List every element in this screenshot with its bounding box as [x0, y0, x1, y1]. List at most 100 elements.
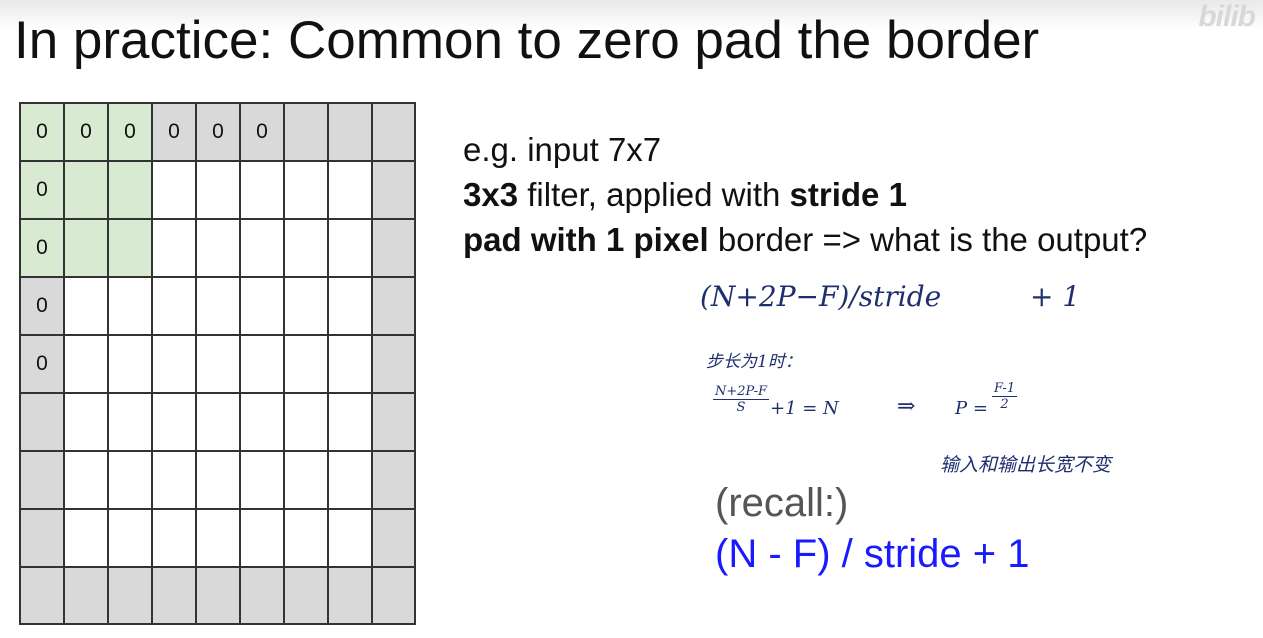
input-cell [241, 394, 285, 452]
input-cell [153, 394, 197, 452]
input-cell [109, 452, 153, 510]
handwritten-p-label: P = [955, 398, 988, 419]
input-cell [197, 220, 241, 278]
stride-text: stride 1 [789, 176, 907, 213]
input-cell [153, 278, 197, 336]
input-cell [109, 220, 153, 278]
input-cell [65, 336, 109, 394]
input-cell [241, 336, 285, 394]
pad-cell: 0 [21, 104, 65, 162]
input-cell [329, 452, 373, 510]
pad-cell [285, 568, 329, 625]
pad-cell [285, 104, 329, 162]
zero-value: 0 [168, 120, 180, 143]
fraction-denominator: S [736, 400, 746, 415]
input-cell [241, 162, 285, 220]
input-cell [65, 394, 109, 452]
pad-cell [373, 394, 416, 452]
input-cell [197, 336, 241, 394]
pad-cell [373, 452, 416, 510]
filter-mid-text: filter, applied with [518, 176, 790, 213]
input-cell [241, 278, 285, 336]
input-cell [329, 278, 373, 336]
pad-cell [329, 568, 373, 625]
input-cell [153, 452, 197, 510]
input-cell [65, 278, 109, 336]
zero-value: 0 [36, 294, 48, 317]
input-cell [197, 278, 241, 336]
handwritten-plus-one: + 1 [1030, 280, 1081, 313]
pad-text: pad with 1 pixel [463, 221, 709, 258]
handwritten-formula: (N+2P−F)/stride [700, 280, 942, 313]
pad-cell: 0 [197, 104, 241, 162]
zero-value: 0 [256, 120, 268, 143]
input-cell [65, 220, 109, 278]
pad-cell [373, 336, 416, 394]
handwritten-fraction: N+2P-F S [713, 384, 769, 415]
input-cell [197, 452, 241, 510]
filter-size-text: 3x3 [463, 176, 519, 213]
input-cell [109, 394, 153, 452]
zero-value: 0 [124, 120, 136, 143]
input-cell [329, 336, 373, 394]
input-cell [241, 510, 285, 568]
zero-value: 0 [80, 120, 92, 143]
pad-cell: 0 [241, 104, 285, 162]
input-cell [65, 162, 109, 220]
input-cell [153, 336, 197, 394]
zero-value: 0 [36, 352, 48, 375]
pad-cell [21, 452, 65, 510]
zero-value: 0 [36, 236, 48, 259]
zero-value: 0 [36, 120, 48, 143]
pad-cell [153, 568, 197, 625]
handwritten-p-fraction: F-1 2 [992, 381, 1018, 412]
input-cell [285, 162, 329, 220]
recall-formula: (N - F) / stride + 1 [715, 532, 1030, 576]
pad-cell [373, 278, 416, 336]
input-cell [109, 336, 153, 394]
input-cell [197, 510, 241, 568]
slide-title: In practice: Common to zero pad the bord… [14, 11, 1040, 70]
pad-cell [373, 220, 416, 278]
input-cell [197, 162, 241, 220]
input-cell [285, 452, 329, 510]
input-cell [285, 336, 329, 394]
input-cell [329, 162, 373, 220]
input-cell [241, 220, 285, 278]
example-line-input: e.g. input 7x7 [463, 131, 661, 169]
zero-value: 0 [36, 178, 48, 201]
pad-cell [373, 568, 416, 625]
pad-cell [65, 568, 109, 625]
pad-cell [373, 510, 416, 568]
input-cell [109, 162, 153, 220]
pad-cell: 0 [21, 162, 65, 220]
input-cell [329, 510, 373, 568]
handwritten-stride-note: 步长为1时： [706, 352, 802, 372]
input-cell [153, 162, 197, 220]
input-cell [65, 510, 109, 568]
pad-cell: 0 [21, 220, 65, 278]
handwritten-note: 输入和输出长宽不变 [940, 454, 1112, 476]
pad-cell [21, 568, 65, 625]
pad-cell: 0 [153, 104, 197, 162]
pad-cell: 0 [109, 104, 153, 162]
recall-label: (recall:) [715, 481, 849, 525]
input-cell [109, 278, 153, 336]
zero-value: 0 [212, 120, 224, 143]
input-cell [285, 220, 329, 278]
example-line-filter: 3x3 filter, applied with stride 1 [463, 176, 907, 214]
pad-cell: 0 [21, 336, 65, 394]
pad-cell [373, 104, 416, 162]
input-cell [329, 394, 373, 452]
pad-cell [109, 568, 153, 625]
input-size-text: e.g. input 7x7 [463, 131, 662, 168]
input-cell [241, 452, 285, 510]
input-cell [153, 510, 197, 568]
pad-cell [21, 394, 65, 452]
pad-question-text: border => what is the output? [708, 221, 1148, 258]
p-numerator: F-1 [992, 381, 1018, 397]
pad-cell [241, 568, 285, 625]
handwritten-equation-rest: +1 = N [770, 398, 839, 419]
pad-cell [329, 104, 373, 162]
input-cell [153, 220, 197, 278]
